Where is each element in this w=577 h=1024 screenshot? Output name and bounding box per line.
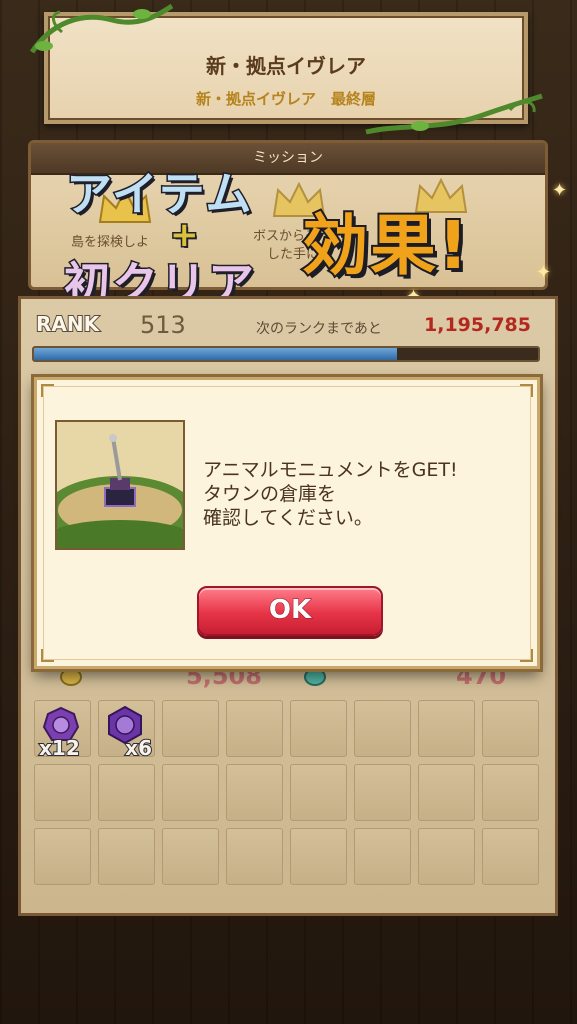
corner-ornament-icon (520, 649, 533, 662)
dialog-message: アニマルモニュメントをGET! タウンの倉庫を 確認してください。 (203, 459, 458, 529)
corner-ornament-icon (520, 384, 533, 397)
corner-ornament-icon (41, 649, 54, 662)
corner-ornament-icon (41, 384, 54, 397)
ok-button[interactable]: OK (197, 586, 383, 636)
item-get-dialog: アニマルモニュメントをGET! タウンの倉庫を 確認してください。 OK (34, 377, 540, 669)
animal-monument-icon (55, 420, 185, 550)
